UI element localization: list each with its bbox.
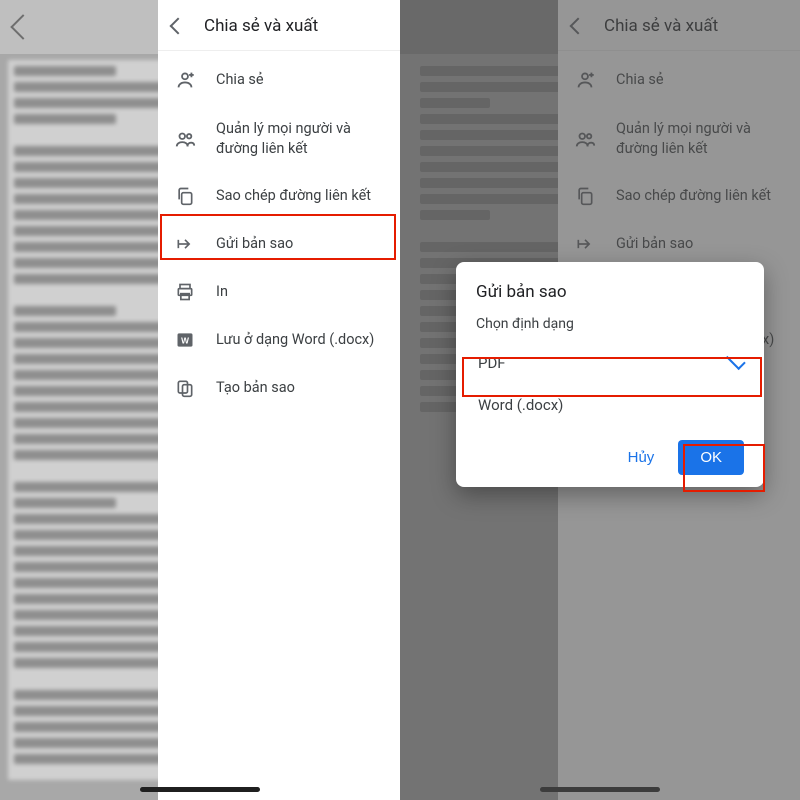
- menu-item-make-copy[interactable]: Tạo bản sao: [158, 364, 400, 412]
- cancel-button[interactable]: Hủy: [622, 440, 661, 475]
- menu-item-label: In: [216, 282, 384, 302]
- menu-item-label: Chia sẻ: [216, 70, 384, 90]
- format-option-docx[interactable]: Word (.docx): [476, 384, 744, 426]
- menu-item-label: Gửi bản sao: [216, 234, 384, 254]
- option-label: PDF: [478, 354, 506, 372]
- svg-text:W: W: [181, 335, 189, 345]
- back-icon[interactable]: [170, 18, 187, 35]
- phone-screenshot-right: Chia sẻ và xuất Chia sẻ: [400, 0, 800, 800]
- phone-screenshot-left: Chia sẻ và xuất Chia sẻ: [0, 0, 400, 800]
- format-option-pdf[interactable]: PDF: [476, 342, 744, 384]
- check-icon: [726, 350, 746, 370]
- menu-item-label: Quản lý mọi người và đường liên kết: [216, 119, 384, 158]
- send-copy-dialog: Gửi bản sao Chọn định dạng PDF Word (.do…: [456, 262, 764, 487]
- menu-item-send-copy[interactable]: Gửi bản sao: [158, 220, 400, 268]
- menu-item-save-word[interactable]: W Lưu ở dạng Word (.docx): [158, 316, 400, 364]
- panel-title: Chia sẻ và xuất: [204, 16, 318, 36]
- word-icon: W: [174, 330, 196, 350]
- menu-item-label: Lưu ở dạng Word (.docx): [216, 330, 384, 350]
- document-preview-blurred: [8, 60, 178, 780]
- menu-item-manage-people[interactable]: Quản lý mọi người và đường liên kết: [158, 105, 400, 172]
- menu-item-label: Sao chép đường liên kết: [216, 186, 384, 206]
- panel-header: Chia sẻ và xuất: [158, 0, 400, 51]
- menu-item-label: Tạo bản sao: [216, 378, 384, 398]
- menu-item-share[interactable]: Chia sẻ: [158, 55, 400, 105]
- send-icon: [174, 234, 196, 254]
- dialog-subtitle: Chọn định dạng: [476, 316, 744, 332]
- menu-item-copy-link[interactable]: Sao chép đường liên kết: [158, 172, 400, 220]
- print-icon: [174, 282, 196, 302]
- back-icon[interactable]: [10, 14, 35, 39]
- duplicate-icon: [174, 378, 196, 398]
- people-icon: [174, 128, 196, 150]
- panel-menu: Chia sẻ Quản lý mọi người và đường liên …: [158, 51, 400, 412]
- option-label: Word (.docx): [478, 396, 563, 414]
- person-add-icon: [174, 69, 196, 91]
- ok-button[interactable]: OK: [678, 440, 744, 475]
- menu-item-print[interactable]: In: [158, 268, 400, 316]
- copy-icon: [174, 186, 196, 206]
- home-indicator: [140, 787, 260, 792]
- dialog-title: Gửi bản sao: [476, 282, 744, 302]
- share-export-panel: Chia sẻ và xuất Chia sẻ: [158, 0, 400, 800]
- dialog-button-row: Hủy OK: [476, 434, 744, 475]
